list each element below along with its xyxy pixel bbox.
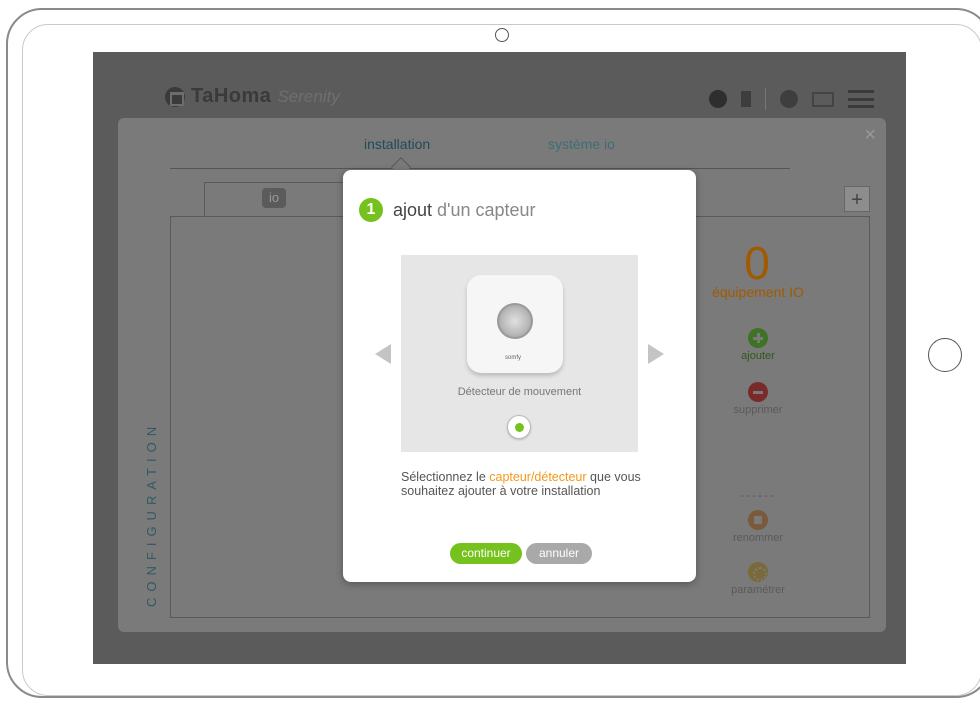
delete-label: supprimer: [733, 404, 783, 416]
step-badge: 1: [359, 198, 383, 222]
product-name: Détecteur de mouvement: [457, 386, 582, 398]
dialog-description: Sélectionnez le capteur/détecteur que vo…: [401, 470, 651, 498]
rename-label: renommer: [732, 532, 784, 544]
sensor-carousel: somfy Détecteur de mouvement: [401, 255, 638, 452]
add-icon: [748, 328, 768, 348]
divider: [765, 88, 766, 110]
description-text-pre: Sélectionnez le: [401, 470, 490, 484]
previous-arrow-icon[interactable]: [375, 344, 391, 364]
actions-separator: ------: [740, 488, 776, 502]
radio-selected-dot: [515, 423, 524, 432]
logo-text: TaHoma: [191, 85, 272, 107]
dialog-title: ajout d'un capteur: [393, 200, 536, 221]
camera-icon: [495, 28, 509, 42]
door-icon[interactable]: [741, 91, 751, 107]
next-arrow-icon[interactable]: [648, 344, 664, 364]
tab-systeme-io[interactable]: système io: [548, 136, 615, 152]
header-icons: [709, 88, 874, 110]
rename-icon: [748, 510, 768, 530]
description-highlight: capteur/détecteur: [489, 470, 587, 484]
close-icon[interactable]: ×: [864, 124, 876, 147]
product-brand: somfy: [505, 355, 522, 361]
home-button[interactable]: [928, 338, 962, 372]
settings-device-button[interactable]: paramétrer: [708, 562, 808, 596]
device-count-label: équipement IO: [712, 284, 804, 300]
add-device-button[interactable]: ajouter: [708, 328, 808, 362]
delete-device-button[interactable]: supprimer: [708, 382, 808, 416]
minus-icon: [748, 382, 768, 402]
dialog-title-rest: d'un capteur: [432, 200, 536, 220]
sensor-radio[interactable]: [507, 415, 531, 439]
app-header: TaHoma Serenity: [93, 52, 906, 118]
continue-button[interactable]: continuer: [450, 543, 522, 564]
add-tab-button[interactable]: +: [844, 186, 870, 212]
menu-icon[interactable]: [848, 90, 874, 108]
settings-label: paramétrer: [731, 584, 785, 596]
logo-house-icon: [165, 86, 185, 107]
logo-subtitle: Serenity: [277, 86, 340, 106]
mail-icon[interactable]: [812, 91, 834, 107]
gear-icon: [748, 562, 768, 582]
tab-installation[interactable]: installation: [364, 136, 430, 152]
sensor-lens: [497, 303, 533, 339]
io-icon: io: [262, 188, 286, 208]
tab-divider: [170, 168, 790, 169]
configuration-label: CONFIGURATION: [144, 420, 159, 608]
user-icon[interactable]: [780, 90, 798, 108]
add-sensor-dialog: 1 ajout d'un capteur somfy Détecteur de …: [343, 170, 696, 582]
cancel-button[interactable]: annuler: [526, 543, 592, 564]
motion-sensor-image: somfy: [467, 275, 563, 373]
add-label: ajouter: [741, 350, 775, 362]
device-count: 0: [744, 237, 770, 289]
home-status-icon[interactable]: [709, 90, 727, 108]
dialog-title-strong: ajout: [393, 200, 433, 220]
logo: TaHoma Serenity: [165, 85, 340, 108]
rename-device-button[interactable]: renommer: [708, 510, 808, 544]
